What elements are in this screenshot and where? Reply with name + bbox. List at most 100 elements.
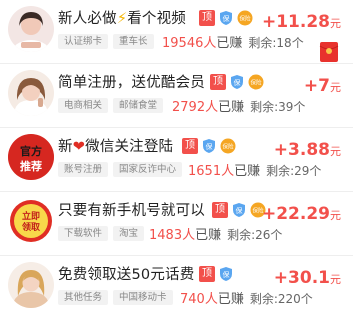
- guarantee-badge-label: 保: [206, 142, 213, 151]
- remaining-count: 剩余:29个: [266, 164, 322, 178]
- earned-suffix: 已赚: [195, 228, 222, 243]
- tag: 淘宝: [113, 226, 145, 241]
- tag: 账号注册: [58, 162, 109, 177]
- reward-amount: +30.1: [273, 268, 330, 288]
- top-badge: 顶: [182, 138, 198, 154]
- badge-group: 顶 保 保险: [199, 10, 253, 26]
- tag: 其他任务: [58, 290, 109, 305]
- avatar-text: 立即: [22, 210, 40, 222]
- task-item-video[interactable]: 新人必做⚡看个视频 顶 保 保险 +11.28元 认证绑卡 重车长 19546人…: [0, 0, 353, 64]
- remaining-count: 剩余:39个: [250, 100, 306, 114]
- red-envelope-icon[interactable]: [319, 40, 339, 64]
- task-title-part: 看个视频: [127, 11, 187, 27]
- avatar-text: 官方: [20, 144, 42, 158]
- badge-group: 顶 保 保险: [210, 74, 264, 90]
- guarantee-badge-label: 保: [223, 14, 230, 23]
- insurance-badge-label: 保险: [222, 143, 234, 151]
- earned-suffix: 已赚: [218, 100, 245, 115]
- reward-amount: +11.28: [261, 12, 330, 32]
- earned-count: 2792人: [172, 100, 219, 115]
- task-list: 新人必做⚡看个视频 顶 保 保险 +11.28元 认证绑卡 重车长 19546人…: [0, 0, 353, 319]
- tag: 电商相关: [58, 98, 109, 113]
- remaining-count: 剩余:18个: [248, 36, 304, 50]
- avatar: 官方 推荐: [8, 134, 54, 180]
- reward-unit: 元: [330, 145, 341, 158]
- insurance-badge-label: 保险: [250, 79, 262, 87]
- avatar: [8, 6, 54, 52]
- top-badge: 顶: [210, 74, 226, 90]
- reward: +22.29元: [262, 204, 341, 224]
- avatar-text: 领取: [22, 221, 41, 233]
- guarantee-badge-label: 保: [234, 78, 241, 87]
- guarantee-badge-label: 保: [223, 270, 230, 279]
- badge-group: 顶 保: [199, 266, 234, 282]
- top-badge: 顶: [199, 266, 215, 282]
- task-title: 免费领取送50元话费: [58, 267, 195, 283]
- task-item-phone[interactable]: 立即 领取 只要有新手机号就可以 顶 保 保险 +22.29元 下载软件 淘宝 …: [0, 192, 353, 256]
- avatar: 立即 领取: [8, 198, 54, 244]
- tag-list: 下载软件 淘宝: [58, 226, 145, 241]
- reward: +11.28元: [262, 12, 341, 32]
- insurance-badge-icon: 保险: [248, 74, 264, 90]
- heart-icon: ❤: [72, 139, 86, 155]
- tag-list: 账号注册 国家反诈中心: [58, 162, 183, 177]
- earned-suffix: 已赚: [216, 36, 243, 51]
- task-stats: 1483人已赚 剩余:26个: [149, 224, 282, 243]
- earned-count: 1483人: [149, 228, 196, 243]
- reward: +7元: [304, 76, 341, 96]
- task-stats: 19546人已赚 剩余:18个: [162, 32, 304, 51]
- earned-count: 1651人: [188, 164, 235, 179]
- tag: 邮储食堂: [113, 98, 164, 113]
- task-title: 新人必做⚡看个视频: [58, 7, 186, 28]
- task-title-part: 新人必做: [58, 11, 117, 27]
- tag: 认证绑卡: [58, 34, 109, 49]
- tag: 下载软件: [58, 226, 109, 241]
- avatar-text: 推荐: [20, 159, 42, 173]
- earned-suffix: 已赚: [217, 292, 244, 307]
- task-item-wechat[interactable]: 官方 推荐 新❤微信关注登陆 顶 保 保险 +3.88元 账号注册 国家反诈中心…: [0, 128, 353, 192]
- insurance-badge-icon: 保险: [237, 10, 253, 26]
- insurance-badge-label: 保险: [239, 15, 251, 23]
- guarantee-shield-icon: 保: [218, 10, 234, 26]
- task-item-phone-credit[interactable]: 免费领取送50元话费 顶 保 +30.1元 其他任务 中国移动卡 740人已赚剩…: [0, 256, 353, 319]
- insurance-badge-icon: 保险: [220, 138, 236, 154]
- guarantee-shield-icon: 保: [229, 74, 245, 90]
- tag: 中国移动卡: [113, 290, 173, 305]
- guarantee-shield-icon: 保: [231, 202, 247, 218]
- earned-suffix: 已赚: [234, 164, 261, 179]
- reward-unit: 元: [330, 273, 341, 286]
- tag: 国家反诈中心: [113, 162, 183, 177]
- badge-group: 顶 保 保险: [182, 138, 236, 154]
- earned-count: 19546人: [162, 36, 217, 51]
- reward-amount: +22.29: [261, 204, 330, 224]
- reward-unit: 元: [330, 17, 341, 30]
- guarantee-shield-icon: 保: [201, 138, 217, 154]
- task-title-part: 新: [58, 139, 73, 155]
- tag-list: 其他任务 中国移动卡: [58, 290, 173, 305]
- reward-amount: +3.88: [273, 140, 330, 160]
- reward: +30.1元: [274, 268, 341, 288]
- badge-group: 顶 保 保险: [212, 202, 266, 218]
- task-title: 新❤微信关注登陆: [58, 135, 173, 156]
- reward-amount: +7: [303, 76, 330, 96]
- reward: +3.88元: [274, 140, 341, 160]
- remaining-count: 剩余:26个: [227, 228, 283, 242]
- lightning-icon: ⚡: [116, 11, 128, 27]
- reward-unit: 元: [330, 209, 341, 222]
- guarantee-shield-icon: 保: [218, 266, 234, 282]
- tag-list: 电商相关 邮储食堂: [58, 98, 164, 113]
- avatar: [8, 262, 54, 308]
- top-badge: 顶: [199, 10, 215, 26]
- task-stats: 740人已赚 剩余:220个: [180, 288, 313, 307]
- guarantee-badge-label: 保: [236, 206, 243, 215]
- remaining-count: 剩余:220个: [249, 292, 313, 306]
- task-stats: 1651人已赚 剩余:29个: [188, 160, 321, 179]
- task-title: 只要有新手机号就可以: [58, 203, 205, 219]
- tag-list: 认证绑卡 重车长: [58, 34, 154, 49]
- task-title: 简单注册，送优酷会员: [58, 75, 205, 91]
- task-item-register[interactable]: 简单注册，送优酷会员 顶 保 保险 +7元 电商相关 邮储食堂 2792人已赚剩…: [0, 64, 353, 128]
- avatar: [8, 70, 54, 116]
- task-title-part: 微信关注登陆: [85, 139, 174, 155]
- tag: 重车长: [113, 34, 154, 49]
- earned-count: 740人: [180, 292, 218, 307]
